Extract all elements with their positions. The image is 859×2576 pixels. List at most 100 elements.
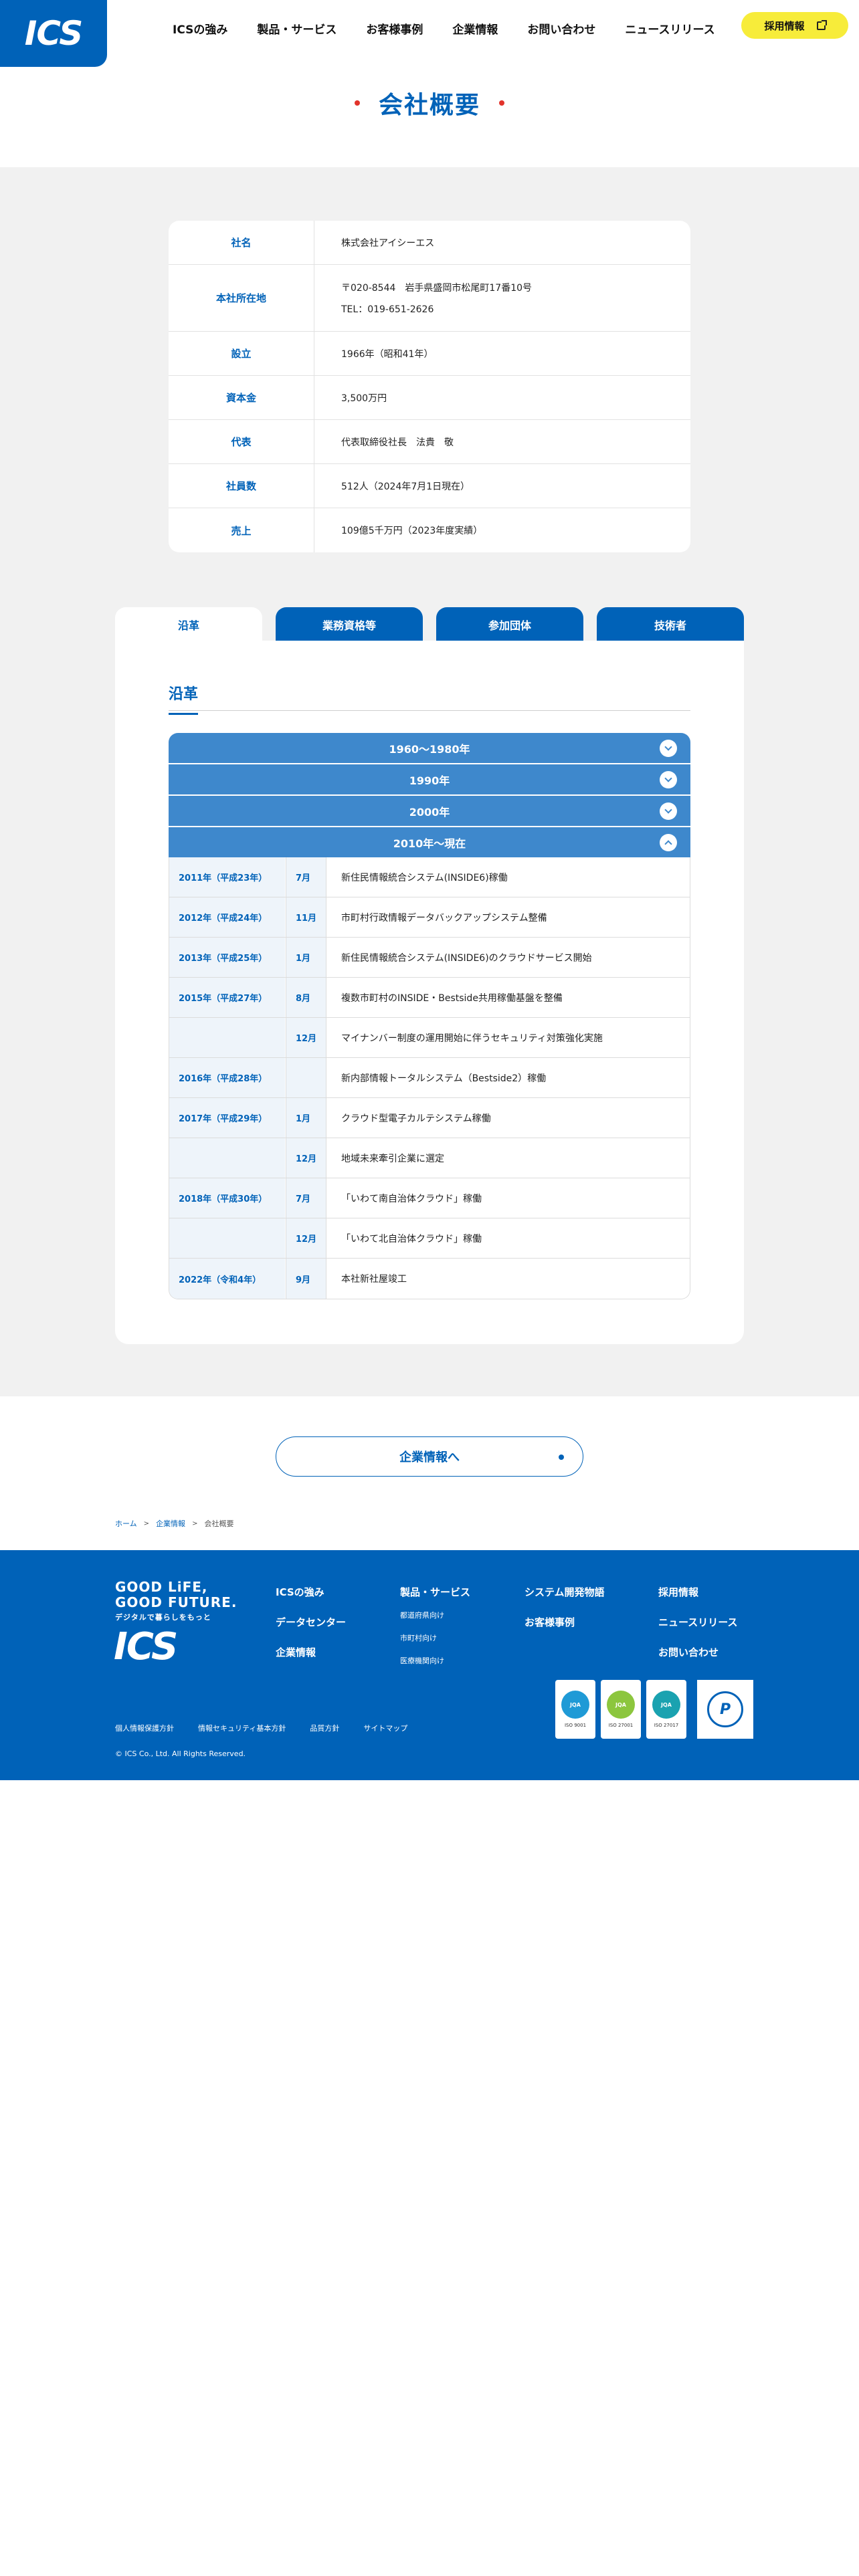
- arrow-dot-icon: [559, 1455, 564, 1460]
- privacy-mark-badge: P: [697, 1680, 753, 1739]
- footer-link-strengths[interactable]: ICSの強み: [276, 1585, 346, 1599]
- history-event: 地域未来牽引企業に選定: [326, 1138, 690, 1178]
- accordion-2010-present[interactable]: 2010年〜現在: [169, 827, 690, 857]
- footer-link-contact[interactable]: お問い合わせ: [658, 1645, 738, 1659]
- footer-link-medical[interactable]: 医療機関向け: [400, 1655, 470, 1666]
- overview-label: 売上: [169, 508, 314, 552]
- overview-label: 本社所在地: [169, 265, 314, 331]
- table-row: 2016年（平成28年） 新内部情報トータルシステム（Bestside2）稼働: [169, 1058, 690, 1098]
- overview-label: 資本金: [169, 376, 314, 419]
- overview-row-founded: 設立 1966年（昭和41年）: [169, 332, 690, 376]
- site-header: ICS ICSの強み 製品・サービス お客様事例 企業情報 お問い合わせ ニュー…: [0, 0, 859, 67]
- history-event: マイナンバー制度の運用開始に伴うセキュリティ対策強化実施: [326, 1018, 690, 1057]
- corporate-info-label: 企業情報へ: [399, 1451, 460, 1465]
- breadcrumb-company[interactable]: 企業情報: [156, 1518, 185, 1529]
- table-row: 12月 地域未来牽引企業に選定: [169, 1138, 690, 1178]
- footer-link-municipality[interactable]: 市町村向け: [400, 1632, 470, 1643]
- footer-link-company[interactable]: 企業情報: [276, 1645, 346, 1659]
- footer-link-products[interactable]: 製品・サービス: [400, 1585, 470, 1599]
- accordion-label: 2000年: [409, 805, 450, 819]
- tab-organizations[interactable]: 参加団体: [436, 607, 583, 642]
- cert-label: ISO 27017: [654, 1723, 679, 1728]
- accordion-1990[interactable]: 1990年: [169, 764, 690, 794]
- accordion-1960-1980[interactable]: 1960〜1980年: [169, 733, 690, 763]
- overview-row-sales: 売上 109億5千万円（2023年度実績）: [169, 508, 690, 552]
- nav-contact[interactable]: お問い合わせ: [527, 20, 595, 37]
- breadcrumb-separator-icon: >: [192, 1519, 198, 1527]
- history-event: 新住民情報統合システム(INSIDE6)稼働: [326, 857, 690, 897]
- history-month: 7月: [286, 1178, 326, 1218]
- table-row: 12月 「いわて北自治体クラウド」稼働: [169, 1218, 690, 1259]
- tab-engineers[interactable]: 技術者: [597, 607, 744, 642]
- history-month: 12月: [286, 1218, 326, 1258]
- history-year: [169, 1138, 286, 1178]
- history-year: [169, 1018, 286, 1057]
- overview-row-representative: 代表 代表取締役社長 法貴 敬: [169, 420, 690, 464]
- history-year: 2015年（平成27年）: [169, 978, 286, 1017]
- tagline-line: GOOD LiFE,: [115, 1579, 208, 1595]
- nav-news[interactable]: ニュースリリース: [625, 20, 714, 37]
- footer-link-datacenter[interactable]: データセンター: [276, 1615, 346, 1629]
- history-year: 2022年（令和4年）: [169, 1259, 286, 1299]
- history-year: 2016年（平成28年）: [169, 1058, 286, 1097]
- history-month: 1月: [286, 938, 326, 977]
- history-event: 「いわて南自治体クラウド」稼働: [326, 1178, 690, 1218]
- iso-9001-badge: JQA ISO 9001: [555, 1680, 595, 1739]
- history-accordion: 1960〜1980年 1990年 2000年 2010年〜現在 2011年（平成…: [169, 733, 690, 1299]
- corporate-info-button[interactable]: 企業情報へ: [276, 1436, 583, 1477]
- accordion-label: 1960〜1980年: [389, 742, 470, 756]
- tab-history[interactable]: 沿革: [115, 607, 262, 642]
- footer-link-recruit[interactable]: 採用情報: [658, 1585, 738, 1599]
- site-footer: GOOD LiFE, GOOD FUTURE. デジタルで暮らしをもっと ICS…: [0, 1550, 859, 1780]
- history-year: 2011年（平成23年）: [169, 857, 286, 897]
- footer-logo[interactable]: ICS: [114, 1625, 178, 1669]
- table-row: 2022年（令和4年） 9月 本社新社屋竣工: [169, 1259, 690, 1299]
- privacy-policy-link[interactable]: 個人情報保護方針: [115, 1723, 174, 1733]
- recruit-label: 採用情報: [764, 19, 805, 32]
- ics-logo[interactable]: ICS: [0, 0, 107, 67]
- history-event: 本社新社屋竣工: [326, 1259, 690, 1299]
- certification-badges: JQA ISO 9001 JQA ISO 27001 JQA ISO 27017…: [555, 1680, 753, 1739]
- red-dot-icon: [354, 100, 360, 106]
- overview-value-line: 109億5千万円（2023年度実績）: [341, 526, 483, 536]
- history-year: [169, 1218, 286, 1258]
- history-event: クラウド型電子カルテシステム稼働: [326, 1098, 690, 1138]
- breadcrumb-home[interactable]: ホーム: [115, 1518, 137, 1529]
- nav-strengths[interactable]: ICSの強み: [173, 20, 227, 37]
- chevron-down-icon: [660, 802, 677, 820]
- footer-link-prefecture[interactable]: 都道府県向け: [400, 1610, 470, 1620]
- overview-value: 1966年（昭和41年）: [314, 332, 690, 375]
- cert-label: ISO 9001: [564, 1723, 587, 1728]
- history-month: 9月: [286, 1259, 326, 1299]
- footer-link-news[interactable]: ニュースリリース: [658, 1615, 738, 1629]
- nav-company[interactable]: 企業情報: [452, 20, 498, 37]
- tab-qualifications[interactable]: 業務資格等: [276, 607, 423, 642]
- history-month: 8月: [286, 978, 326, 1017]
- history-year: 2018年（平成30年）: [169, 1178, 286, 1218]
- chevron-down-icon: [660, 771, 677, 788]
- overview-value-line: 代表取締役社長 法貴 敬: [341, 437, 454, 448]
- footer-col-1: ICSの強み データセンター 企業情報: [276, 1585, 346, 1675]
- history-event: 複数市町村のINSIDE・Bestside共用稼働基盤を整備: [326, 978, 690, 1017]
- nav-products[interactable]: 製品・サービス: [257, 20, 337, 37]
- recruit-button[interactable]: 採用情報: [741, 12, 848, 39]
- overview-label: 設立: [169, 332, 314, 375]
- footer-link-story[interactable]: システム開発物語: [524, 1585, 605, 1599]
- security-policy-link[interactable]: 情報セキュリティ基本方針: [198, 1723, 286, 1733]
- quality-policy-link[interactable]: 品質方針: [310, 1723, 339, 1733]
- history-year: 2013年（平成25年）: [169, 938, 286, 977]
- overview-row-capital: 資本金 3,500万円: [169, 376, 690, 420]
- overview-value: 株式会社アイシーエス: [314, 221, 690, 264]
- overview-value: 109億5千万円（2023年度実績）: [314, 508, 690, 552]
- footer-policy-links: 個人情報保護方針 情報セキュリティ基本方針 品質方針 サイトマップ: [115, 1723, 407, 1733]
- table-row: 2015年（平成27年） 8月 複数市町村のINSIDE・Bestside共用稼…: [169, 978, 690, 1018]
- overview-value: 代表取締役社長 法貴 敬: [314, 420, 690, 463]
- sitemap-link[interactable]: サイトマップ: [363, 1723, 407, 1733]
- nav-cases[interactable]: お客様事例: [366, 20, 423, 37]
- iso-27001-badge: JQA ISO 27001: [601, 1680, 641, 1739]
- overview-value-line: 3,500万円: [341, 393, 387, 404]
- accordion-2000[interactable]: 2000年: [169, 796, 690, 826]
- footer-col-4: 採用情報 ニュースリリース お問い合わせ: [658, 1585, 738, 1675]
- footer-link-cases[interactable]: お客様事例: [524, 1615, 605, 1629]
- red-dot-icon: [499, 100, 504, 106]
